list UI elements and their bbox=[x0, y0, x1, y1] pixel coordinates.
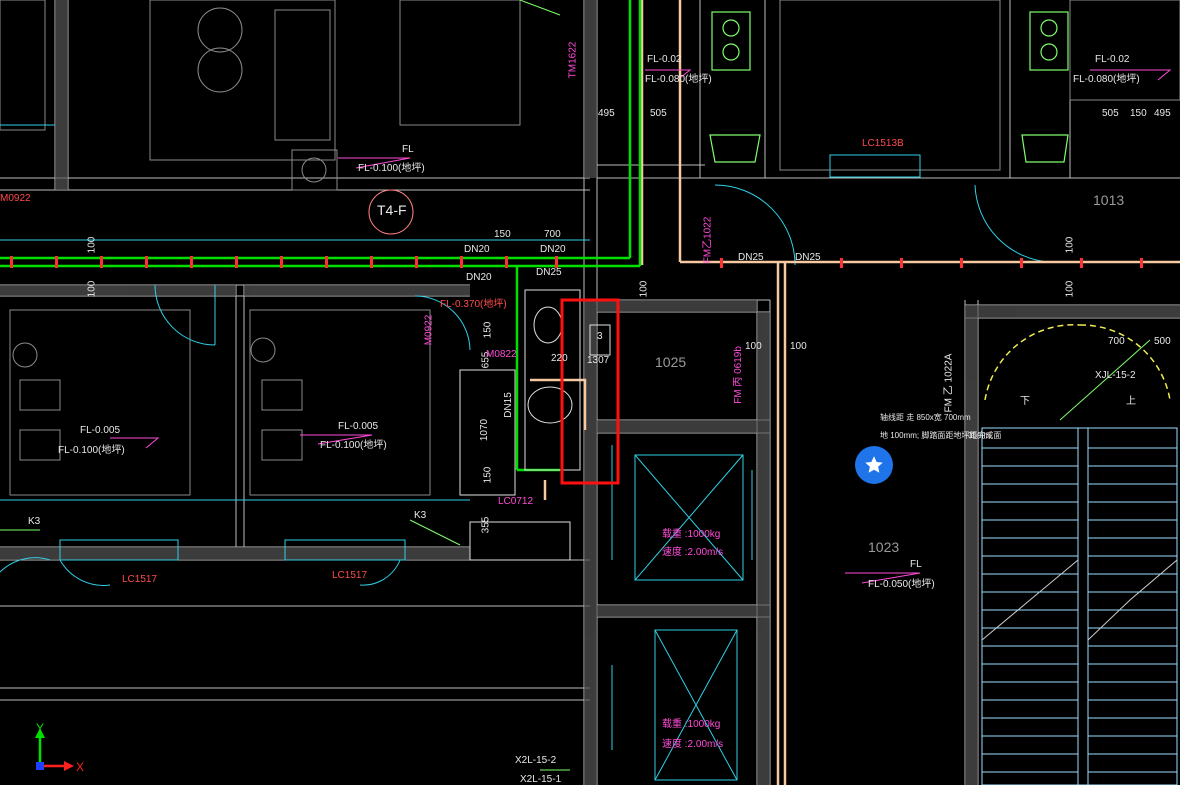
door-tag-m0922-mid: M0922 bbox=[423, 314, 435, 346]
fl-label-top: FL bbox=[402, 144, 414, 155]
fl-label-room2: FL-0.005 bbox=[338, 421, 379, 432]
elevator1-load: 载重 :1000kg bbox=[662, 529, 721, 540]
door-tag-m0822: M0822 bbox=[486, 349, 517, 360]
door-tag-tm1622: TM1622 bbox=[567, 41, 579, 79]
elevator2-load: 载重 :1000kg bbox=[662, 719, 721, 730]
dim-495-b: 495 bbox=[1154, 108, 1171, 119]
fixture-num-220: 220 bbox=[551, 353, 568, 364]
fl-label-room1: FL-0.005 bbox=[80, 425, 121, 436]
fl-label-tr: FL-0.02 bbox=[1095, 54, 1130, 65]
riser-tag-xl-15-2-right: XJL-15-2 bbox=[1095, 370, 1136, 381]
room-number-1013: 1013 bbox=[1093, 192, 1125, 208]
dim-100-d: 100 bbox=[745, 341, 762, 352]
elevator1-speed: 速度 :2.00m/s bbox=[662, 547, 724, 558]
window-tag-lc1517-b: LC1517 bbox=[332, 570, 368, 581]
riser-tag-xl-15-1-bottom: X2L-15-1 bbox=[520, 774, 562, 785]
fl-value-top: FL-0.100(地坪) bbox=[358, 163, 425, 174]
dim-355: 355 bbox=[480, 516, 492, 534]
dim-150-b: 150 bbox=[1130, 108, 1147, 119]
ucs-y-label: Y bbox=[36, 722, 44, 735]
dim-100-f: 100 bbox=[1064, 236, 1076, 254]
dim-100-a: 100 bbox=[86, 236, 98, 254]
fl-value-tr: FL-0.080(地坪) bbox=[1073, 74, 1140, 85]
cad-drawing-canvas[interactable] bbox=[0, 0, 1180, 785]
pipe-size-dn25-b: DN25 bbox=[738, 252, 764, 263]
fixture-num-3: 3 bbox=[597, 331, 603, 342]
window-tag-lc0712: LC0712 bbox=[498, 496, 534, 507]
ucs-axis-icon: Y X bbox=[35, 722, 84, 774]
ucs-x-label: X bbox=[76, 760, 84, 774]
door-tag-fm1022a: FM 乙 1022A bbox=[943, 353, 955, 413]
pipe-size-dn20-b: DN20 bbox=[540, 244, 566, 255]
fl-value-room2: FL-0.100(地坪) bbox=[320, 440, 387, 451]
fl-level-037: FL-0.370(地坪) bbox=[440, 299, 507, 310]
pipe-size-dn25-a: DN25 bbox=[536, 267, 562, 278]
dim-500: 500 bbox=[1154, 336, 1171, 347]
window-tag-lc1513b: LC1513B bbox=[862, 138, 904, 149]
pipe-size-dn15: DN15 bbox=[502, 392, 514, 418]
fixture-num-1307: 1307 bbox=[587, 355, 610, 366]
favorite-star-button[interactable] bbox=[855, 446, 893, 484]
dim-505-a: 505 bbox=[650, 108, 667, 119]
fl-value-tm: FL-0.080(地坪) bbox=[645, 74, 712, 85]
dim-1070: 1070 bbox=[479, 418, 491, 442]
dim-35mm: 35mm bbox=[968, 431, 991, 440]
room-number-1025: 1025 bbox=[655, 354, 687, 370]
pipe-size-dn20-a: DN20 bbox=[464, 244, 490, 255]
dim-505-b: 505 bbox=[1102, 108, 1119, 119]
room-number-1023: 1023 bbox=[868, 539, 900, 555]
pipe-size-dn25-c: DN25 bbox=[795, 252, 821, 263]
dim-100-c: 100 bbox=[638, 280, 650, 298]
fl-label-tm: FL-0.02 bbox=[647, 54, 682, 65]
dim-495-a: 495 bbox=[598, 108, 615, 119]
dim-150-a: 150 bbox=[494, 229, 511, 240]
dim-700-a: 700 bbox=[544, 229, 561, 240]
door-tag-m0922-left: M0922 bbox=[0, 193, 31, 204]
dim-150-d: 150 bbox=[482, 466, 494, 484]
riser-tag-xl-15-2-bottom: X2L-15-2 bbox=[515, 755, 557, 766]
window-tag-lc1517-a: LC1517 bbox=[122, 574, 158, 585]
window-tag-k3-mid: K3 bbox=[414, 510, 427, 521]
dim-700-b: 700 bbox=[1108, 336, 1125, 347]
dim-100-e: 100 bbox=[790, 341, 807, 352]
elevator2-speed: 速度 :2.00m/s bbox=[662, 739, 724, 750]
stair-down-label: 下 bbox=[1020, 396, 1030, 407]
stair-up-label: 上 bbox=[1126, 396, 1136, 407]
star-icon bbox=[865, 456, 883, 473]
fl-label-1023: FL bbox=[910, 559, 922, 570]
dim-150-c: 150 bbox=[482, 321, 494, 339]
door-tag-fm1022-mid: FM乙1022 bbox=[702, 216, 714, 264]
dim-100-g: 100 bbox=[1064, 280, 1076, 298]
dim-100-b: 100 bbox=[86, 280, 98, 298]
window-tag-k3-left: K3 bbox=[28, 516, 41, 527]
pipe-size-dn20-c: DN20 bbox=[466, 272, 492, 283]
fl-value-1023: FL-0.050(地坪) bbox=[868, 579, 935, 590]
grid-label-t4f: T4-F bbox=[377, 202, 407, 218]
note-850: 轴线距 走 850x宽 700mm bbox=[880, 413, 971, 422]
fl-value-room1: FL-0.100(地坪) bbox=[58, 445, 125, 456]
door-tag-fm0619: FM 丙 0619b bbox=[732, 346, 744, 404]
